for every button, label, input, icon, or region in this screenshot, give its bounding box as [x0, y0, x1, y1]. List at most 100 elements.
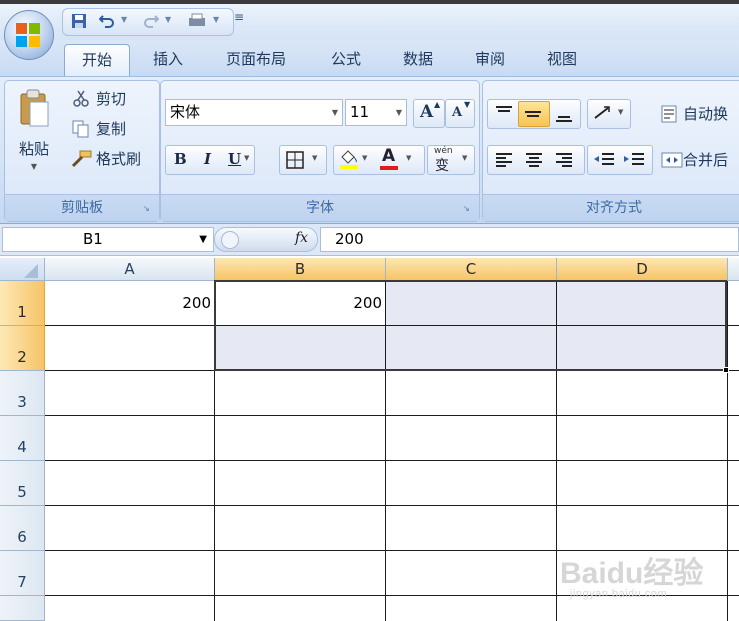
cut-button[interactable]: 剪切 [65, 85, 157, 113]
clipboard-dialog-launcher-icon[interactable]: ↘ [143, 204, 153, 214]
cell-d1[interactable] [557, 281, 728, 326]
column-header-d[interactable]: D [557, 258, 728, 281]
quick-print-icon[interactable] [187, 13, 207, 31]
increase-indent-icon[interactable] [622, 151, 646, 169]
font-name-dropdown-icon[interactable]: ▼ [328, 100, 342, 125]
undo-icon[interactable] [97, 13, 117, 31]
fill-color-icon[interactable] [338, 148, 360, 170]
cell-d2[interactable] [557, 326, 728, 371]
cell-c1[interactable] [386, 281, 557, 326]
shrink-font-button[interactable]: A ▼ [445, 99, 475, 128]
font-size-dropdown-icon[interactable]: ▼ [392, 100, 406, 125]
tab-page-layout[interactable]: 页面布局 [218, 44, 294, 76]
cell-a5[interactable] [45, 461, 215, 506]
cell-a6[interactable] [45, 506, 215, 551]
cell-a7[interactable] [45, 551, 215, 596]
paste-dropdown-icon[interactable]: ▼ [12, 162, 56, 171]
redo-icon[interactable] [141, 13, 161, 31]
align-right-icon[interactable] [554, 151, 574, 169]
tab-view[interactable]: 视图 [536, 44, 588, 76]
customize-qat-icon[interactable]: ≡ [234, 10, 244, 24]
fill-color-dropdown-icon[interactable]: ▼ [362, 154, 367, 162]
cell-b5[interactable] [215, 461, 386, 506]
align-center-icon[interactable] [524, 151, 544, 169]
cell-a3[interactable] [45, 371, 215, 416]
cell-d6[interactable] [557, 506, 728, 551]
row-header-7[interactable]: 7 [0, 551, 45, 596]
row-header-3[interactable]: 3 [0, 371, 45, 416]
column-header-a[interactable]: A [45, 258, 215, 281]
cell-c5[interactable] [386, 461, 557, 506]
cell-c2[interactable] [386, 326, 557, 371]
cell-c3[interactable] [386, 371, 557, 416]
cell-d5[interactable] [557, 461, 728, 506]
cell-a4[interactable] [45, 416, 215, 461]
cell-e5[interactable] [728, 461, 739, 506]
align-bottom-icon[interactable] [554, 105, 574, 123]
paste-button[interactable]: 粘贴 ▼ [11, 85, 57, 191]
align-middle-button[interactable] [518, 101, 550, 127]
select-all-button[interactable] [0, 258, 45, 281]
row-header-1[interactable]: 1 [0, 281, 45, 326]
undo-dropdown-icon[interactable]: ▼ [121, 15, 127, 24]
formula-bar-handle-icon[interactable] [221, 231, 239, 249]
cell-b4[interactable] [215, 416, 386, 461]
cell-a1[interactable]: 200 [45, 281, 215, 326]
cell-b8[interactable] [215, 596, 386, 621]
column-header-c[interactable]: C [386, 258, 557, 281]
cell-e4[interactable] [728, 416, 739, 461]
formula-input[interactable]: 200 [320, 227, 739, 252]
column-header-b[interactable]: B [215, 258, 386, 281]
orientation-dropdown-icon[interactable]: ▼ [618, 108, 623, 116]
fill-handle[interactable] [723, 367, 729, 373]
row-header-4[interactable]: 4 [0, 416, 45, 461]
copy-button[interactable]: 复制 [65, 115, 157, 143]
cell-b7[interactable] [215, 551, 386, 596]
cell-b6[interactable] [215, 506, 386, 551]
tab-formulas[interactable]: 公式 [320, 44, 372, 76]
redo-dropdown-icon[interactable]: ▼ [165, 15, 171, 24]
cell-a8[interactable] [45, 596, 215, 621]
insert-function-button[interactable]: fx [295, 230, 308, 246]
font-name-combo[interactable]: 宋体 ▼ [165, 99, 343, 126]
grow-font-button[interactable]: A ▲ [413, 99, 445, 128]
tab-home[interactable]: 开始 [64, 44, 130, 77]
cell-e6[interactable] [728, 506, 739, 551]
merge-center-button[interactable]: 合并后 [657, 147, 739, 173]
cell-d4[interactable] [557, 416, 728, 461]
cell-b3[interactable] [215, 371, 386, 416]
cell-a2[interactable] [45, 326, 215, 371]
row-header-2[interactable]: 2 [0, 326, 45, 371]
phonetic-dropdown-icon[interactable]: ▼ [462, 154, 467, 162]
wrap-text-button[interactable]: 自动换 [657, 101, 739, 127]
tab-insert[interactable]: 插入 [142, 44, 194, 76]
borders-dropdown-icon[interactable]: ▼ [312, 154, 317, 162]
phonetic-button[interactable]: wén 变 ▼ [427, 145, 475, 175]
decrease-indent-icon[interactable] [592, 151, 616, 169]
font-dialog-launcher-icon[interactable]: ↘ [463, 204, 473, 214]
underline-button[interactable]: U [228, 150, 241, 168]
font-color-dropdown-icon[interactable]: ▼ [406, 154, 411, 162]
cell-b1[interactable]: 200 [215, 281, 386, 326]
format-painter-button[interactable]: 格式刷 [65, 145, 157, 173]
name-box[interactable]: B1 ▼ [2, 227, 214, 252]
cell-d3[interactable] [557, 371, 728, 416]
name-box-dropdown-icon[interactable]: ▼ [199, 228, 207, 251]
cell-c8[interactable] [386, 596, 557, 621]
tab-data[interactable]: 数据 [392, 44, 444, 76]
row-header-8[interactable] [0, 596, 45, 621]
bold-button[interactable]: B [174, 150, 187, 168]
cell-e3[interactable] [728, 371, 739, 416]
row-header-6[interactable]: 6 [0, 506, 45, 551]
save-icon[interactable] [69, 13, 89, 31]
underline-dropdown-icon[interactable]: ▼ [244, 154, 249, 162]
cell-c4[interactable] [386, 416, 557, 461]
tab-review[interactable]: 审阅 [464, 44, 516, 76]
italic-button[interactable]: I [204, 150, 211, 168]
cell-e2[interactable] [728, 326, 739, 371]
font-size-combo[interactable]: 11 ▼ [345, 99, 407, 126]
cell-c6[interactable] [386, 506, 557, 551]
qat-more-icon[interactable]: ▼ [213, 15, 219, 24]
borders-button[interactable]: ▼ [279, 145, 327, 175]
align-left-icon[interactable] [494, 151, 514, 169]
